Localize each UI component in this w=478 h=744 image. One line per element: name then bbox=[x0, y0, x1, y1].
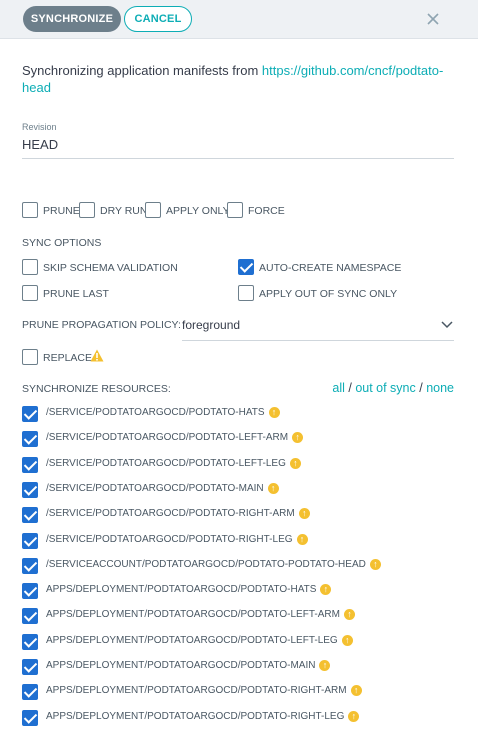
panel-header: SYNCHRONIZE CANCEL bbox=[0, 0, 478, 39]
resource-row-label: /SERVICE/PODTATOARGOCD/PODTATO-RIGHT-ARM… bbox=[46, 508, 310, 519]
resource-checkbox[interactable] bbox=[22, 481, 38, 498]
resource-name: APPS/DEPLOYMENT/PODTATOARGOCD/PODTATO-MA… bbox=[46, 660, 316, 672]
resource-row-label: /SERVICE/PODTATOARGOCD/PODTATO-LEFT-LEG ↑ bbox=[46, 457, 301, 469]
synchronize-button[interactable]: SYNCHRONIZE bbox=[23, 6, 121, 32]
resource-checkbox[interactable] bbox=[22, 633, 38, 650]
resource-filters: all / out of sync / none bbox=[332, 381, 454, 395]
skip-schema-validation-label: SKIP SCHEMA VALIDATION bbox=[43, 262, 178, 274]
auto-create-namespace-label: AUTO-CREATE NAMESPACE bbox=[259, 262, 402, 274]
resource-checkbox[interactable] bbox=[22, 507, 38, 524]
force-checkbox[interactable] bbox=[227, 202, 243, 218]
skip-schema-validation-checkbox[interactable] bbox=[22, 259, 38, 275]
resource-row-label: APPS/DEPLOYMENT/PODTATOARGOCD/PODTATO-HA… bbox=[46, 584, 332, 596]
out-of-sync-icon: ↑ bbox=[341, 634, 353, 646]
resource-row-label: APPS/DEPLOYMENT/PODTATOARGOCD/PODTATO-LE… bbox=[46, 634, 353, 646]
resource-row-label: /SERVICE/PODTATOARGOCD/PODTATO-MAIN ↑ bbox=[46, 482, 279, 495]
resource-name: APPS/DEPLOYMENT/PODTATOARGOCD/PODTATO-LE… bbox=[46, 609, 340, 621]
out-of-sync-icon: ↑ bbox=[319, 660, 331, 671]
apply-out-of-sync-only-checkbox[interactable] bbox=[238, 285, 254, 301]
out-of-sync-icon: ↑ bbox=[320, 584, 332, 596]
out-of-sync-icon: ↑ bbox=[298, 508, 310, 520]
resource-row-label: APPS/DEPLOYMENT/PODTATOARGOCD/PODTATO-MA… bbox=[46, 660, 331, 672]
auto-create-namespace-checkbox[interactable] bbox=[238, 259, 254, 275]
resource-name: APPS/DEPLOYMENT/PODTATOARGOCD/PODTATO-RI… bbox=[46, 685, 347, 697]
resource-checkbox[interactable] bbox=[22, 583, 38, 600]
close-icon[interactable] bbox=[424, 10, 442, 28]
prune-last-checkbox[interactable] bbox=[22, 285, 38, 301]
out-of-sync-icon: ↑ bbox=[296, 533, 308, 545]
resource-name: /SERVICEACCOUNT/PODTATOARGOCD/PODTATO-PO… bbox=[46, 558, 366, 570]
replace-label: REPLACE bbox=[43, 352, 93, 364]
resource-row-label: /SERVICEACCOUNT/PODTATOARGOCD/PODTATO-PO… bbox=[46, 558, 381, 570]
resource-checkbox[interactable] bbox=[22, 684, 38, 701]
filter-separator: / bbox=[344, 381, 356, 395]
revision-input[interactable]: HEAD bbox=[22, 137, 58, 152]
resource-row-label: APPS/DEPLOYMENT/PODTATOARGOCD/PODTATO-RI… bbox=[46, 710, 360, 722]
resource-row-label: APPS/DEPLOYMENT/PODTATOARGOCD/PODTATO-RI… bbox=[46, 685, 362, 696]
force-label: FORCE bbox=[248, 205, 285, 217]
resource-checkbox[interactable] bbox=[22, 431, 38, 448]
out-of-sync-icon: ↑ bbox=[268, 407, 280, 418]
apply-only-checkbox[interactable] bbox=[145, 202, 161, 218]
resource-row-label: APPS/DEPLOYMENT/PODTATOARGOCD/PODTATO-LE… bbox=[46, 609, 355, 621]
dry-run-checkbox[interactable] bbox=[79, 202, 95, 218]
cancel-button[interactable]: CANCEL bbox=[124, 6, 192, 32]
out-of-sync-icon: ↑ bbox=[350, 685, 362, 697]
resource-name: /SERVICE/PODTATOARGOCD/PODTATO-RIGHT-ARM bbox=[46, 508, 295, 520]
resource-row-label: /SERVICE/PODTATOARGOCD/PODTATO-LEFT-ARM ↑ bbox=[46, 432, 304, 444]
revision-label: Revision bbox=[22, 122, 57, 132]
prune-policy-select[interactable]: foreground bbox=[182, 318, 240, 332]
filter-none-link[interactable]: none bbox=[426, 381, 454, 395]
filter-out-of-sync-link[interactable]: out of sync bbox=[355, 381, 415, 395]
sync-intro: Synchronizing application manifests from… bbox=[22, 62, 462, 96]
resource-row-label: /SERVICE/PODTATOARGOCD/PODTATO-RIGHT-LEG… bbox=[46, 533, 308, 545]
prune-policy-label: PRUNE PROPAGATION POLICY: bbox=[22, 319, 181, 331]
resource-name: /SERVICE/PODTATOARGOCD/PODTATO-HATS bbox=[46, 407, 265, 419]
filter-separator: / bbox=[415, 381, 427, 395]
resource-row-label: /SERVICE/PODTATOARGOCD/PODTATO-HATS ↑ bbox=[46, 407, 280, 418]
out-of-sync-icon: ↑ bbox=[343, 609, 355, 621]
apply-only-label: APPLY ONLY bbox=[166, 205, 230, 217]
prune-last-label: PRUNE LAST bbox=[43, 288, 109, 300]
revision-underline bbox=[22, 158, 454, 159]
resource-name: /SERVICE/PODTATOARGOCD/PODTATO-RIGHT-LEG bbox=[46, 533, 293, 545]
resource-checkbox[interactable] bbox=[22, 532, 38, 549]
resource-checkbox[interactable] bbox=[22, 456, 38, 473]
intro-text: Synchronizing application manifests from bbox=[22, 63, 262, 78]
synchronize-resources-title: SYNCHRONIZE RESOURCES: bbox=[22, 383, 171, 395]
resource-checkbox[interactable] bbox=[22, 557, 38, 574]
prune-checkbox[interactable] bbox=[22, 202, 38, 218]
resource-name: /SERVICE/PODTATOARGOCD/PODTATO-LEFT-ARM bbox=[46, 432, 289, 444]
resource-name: /SERVICE/PODTATOARGOCD/PODTATO-MAIN bbox=[46, 483, 264, 495]
out-of-sync-icon: ↑ bbox=[348, 710, 360, 722]
dry-run-label: DRY RUN bbox=[100, 205, 148, 217]
resource-checkbox[interactable] bbox=[22, 659, 38, 675]
sync-options-title: SYNC OPTIONS bbox=[22, 237, 102, 249]
resource-name: /SERVICE/PODTATOARGOCD/PODTATO-LEFT-LEG bbox=[46, 457, 286, 469]
resource-checkbox[interactable] bbox=[22, 608, 38, 625]
chevron-down-icon[interactable] bbox=[441, 320, 453, 330]
resource-name: APPS/DEPLOYMENT/PODTATOARGOCD/PODTATO-LE… bbox=[46, 634, 338, 646]
resource-checkbox[interactable] bbox=[22, 406, 38, 422]
replace-checkbox[interactable] bbox=[22, 349, 38, 365]
prune-label: PRUNE bbox=[43, 205, 80, 217]
out-of-sync-icon: ↑ bbox=[267, 482, 279, 494]
resource-checkbox[interactable] bbox=[22, 709, 38, 726]
resource-name: APPS/DEPLOYMENT/PODTATOARGOCD/PODTATO-RI… bbox=[46, 710, 345, 722]
out-of-sync-icon: ↑ bbox=[292, 432, 304, 444]
warning-icon bbox=[90, 349, 104, 362]
resource-name: APPS/DEPLOYMENT/PODTATOARGOCD/PODTATO-HA… bbox=[46, 584, 317, 596]
filter-all-link[interactable]: all bbox=[332, 381, 345, 395]
out-of-sync-icon: ↑ bbox=[289, 457, 301, 469]
prune-policy-underline bbox=[182, 340, 454, 341]
apply-out-of-sync-only-label: APPLY OUT OF SYNC ONLY bbox=[259, 288, 398, 300]
out-of-sync-icon: ↑ bbox=[369, 558, 381, 570]
